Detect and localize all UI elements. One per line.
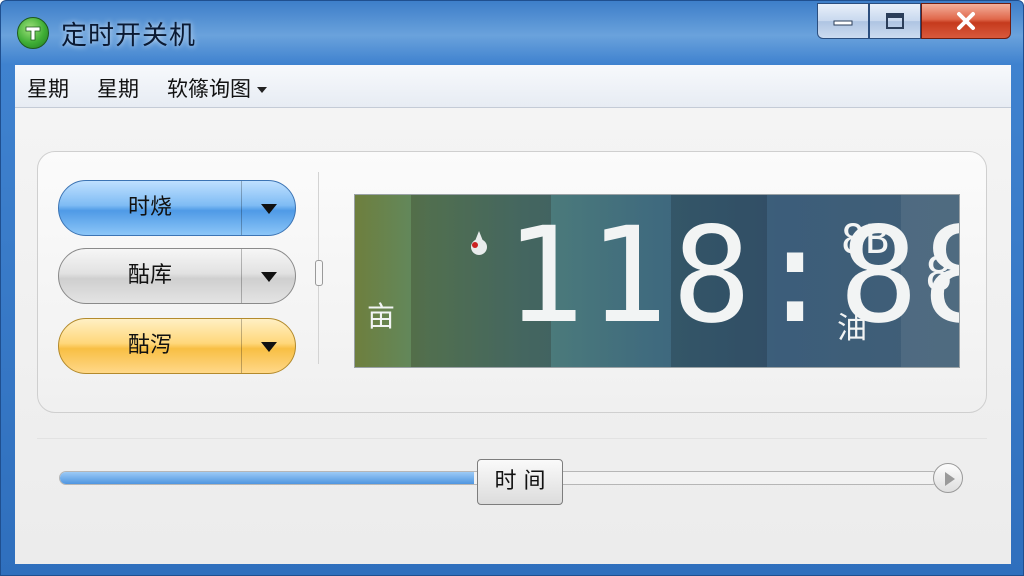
mode-button-3-label: 酤泻 [127,333,172,358]
chevron-down-icon [261,342,277,352]
lcd-suffix-top: 8B [841,217,890,263]
minimize-button[interactable] [817,3,869,39]
time-slider-fill [60,472,474,484]
window-title: 定时开关机 [61,21,197,51]
mode-button-2-dropdown[interactable] [242,249,295,303]
mode-button-1-dropdown[interactable] [242,181,295,235]
time-slider-area: 时 间 [37,438,987,547]
mode-button-1[interactable]: 时烧 [58,180,296,236]
mode-button-3[interactable]: 酤泻 [58,318,296,374]
maximize-icon [886,13,904,29]
menu-item-week-2[interactable]: 星期 [97,73,139,103]
app-icon [17,17,49,49]
splitter-handle[interactable] [315,260,323,286]
alarm-icon [471,231,487,255]
close-icon [957,12,975,30]
lcd-time: 118:88 [505,199,960,353]
client-area: 时烧 酤库 酤泻 亩 118:88 8B 油 8 时 间 [15,108,1011,564]
lcd-suffix-bottom: 油 [837,311,867,346]
mode-button-1-label: 时烧 [127,195,172,220]
play-icon [945,472,955,486]
menu-item-week-1[interactable]: 星期 [27,73,69,103]
lcd-left-indicator: 亩 [367,300,396,333]
maximize-button[interactable] [869,3,921,39]
minimize-icon [833,20,853,26]
lcd-right-digit: 8 [925,247,953,301]
time-slider-thumb[interactable]: 时 间 [477,459,563,505]
lcd-display: 亩 118:88 8B 油 8 [354,194,960,368]
title-bar[interactable]: 定时开关机 [1,1,1024,63]
app-window: 定时开关机 星期 星期 软篠询图 时烧 酤库 酤泻 亩 118:88 8B 油 … [0,0,1024,576]
menu-item-view-label: 软篠询图 [167,77,251,101]
chevron-down-icon [261,204,277,214]
chevron-down-icon [261,272,277,282]
chevron-down-icon [257,87,267,93]
control-panel: 时烧 酤库 酤泻 亩 118:88 8B 油 8 [37,151,987,413]
close-button[interactable] [921,3,1011,39]
mode-button-3-dropdown[interactable] [242,319,295,373]
slider-end-button[interactable] [933,463,963,493]
menu-bar: 星期 星期 软篠询图 [15,65,1011,108]
mode-button-2-label: 酤库 [127,263,172,288]
mode-button-2[interactable]: 酤库 [58,248,296,304]
menu-item-view[interactable]: 软篠询图 [167,73,267,103]
